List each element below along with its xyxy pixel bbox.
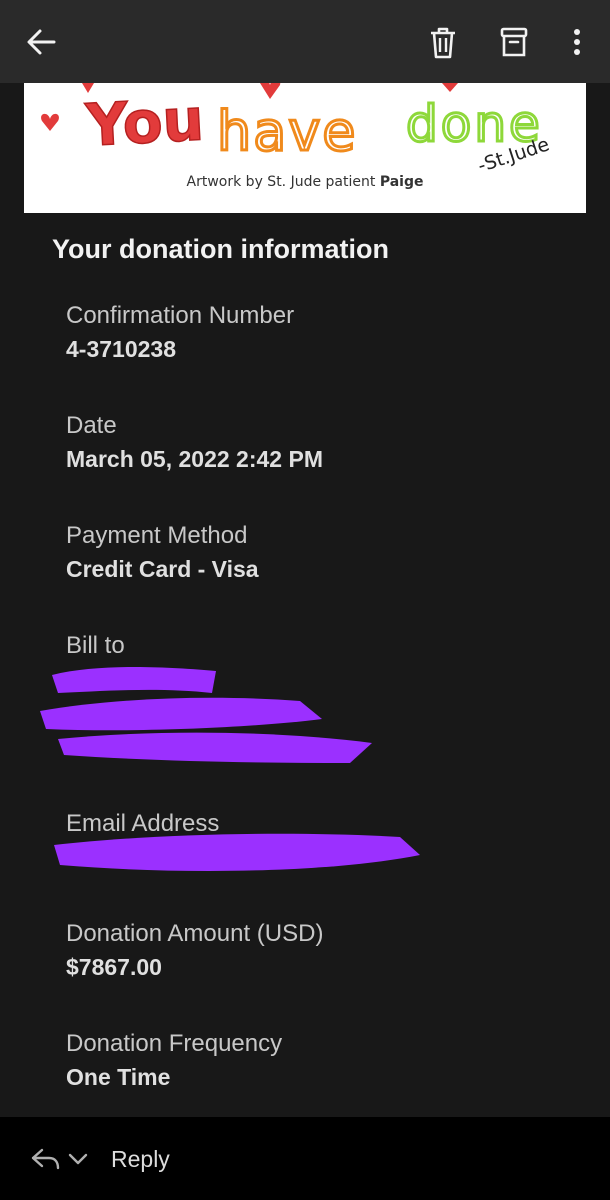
- frequency-label: Donation Frequency: [66, 1030, 283, 1057]
- email-field: Email Address: [66, 809, 219, 839]
- confirmation-value: 4-3710238: [66, 336, 176, 362]
- reply-bar: [0, 1117, 610, 1200]
- artwork-banner: You have done -St.Jude Artwork by St. Ju…: [24, 83, 586, 213]
- payment-field: Payment Method Credit Card - Visa: [66, 521, 259, 584]
- caption-prefix: Artwork by St. Jude patient: [186, 174, 376, 190]
- more-vertical-icon[interactable]: [570, 28, 584, 56]
- email-body[interactable]: You have done -St.Jude Artwork by St. Ju…: [0, 83, 610, 1117]
- artwork-caption: Artwork by St. Jude patient Paige: [24, 174, 586, 190]
- art-word-you: You: [83, 85, 205, 159]
- date-field: Date March 05, 2022 2:42 PM: [66, 411, 323, 474]
- bill-to-field: Bill to: [66, 631, 125, 661]
- section-title: Your donation information: [52, 234, 389, 264]
- confirmation-field: Confirmation Number 4-3710238: [66, 301, 294, 364]
- email-label: Email Address: [66, 810, 220, 837]
- art-word-have: have: [217, 100, 358, 163]
- top-toolbar: [0, 0, 610, 83]
- childrens-artwork: You have done -St.Jude: [41, 83, 552, 177]
- reply-button[interactable]: Reply: [111, 1146, 170, 1173]
- arrow-left-icon[interactable]: [24, 26, 58, 58]
- date-label: Date: [66, 412, 117, 439]
- payment-label: Payment Method: [66, 522, 248, 549]
- amount-field: Donation Amount (USD) $7867.00: [66, 919, 323, 982]
- date-value: March 05, 2022 2:42 PM: [66, 446, 323, 472]
- trash-icon[interactable]: [428, 26, 458, 60]
- chevron-down-icon[interactable]: [68, 1152, 88, 1166]
- frequency-value: One Time: [66, 1064, 171, 1090]
- payment-value: Credit Card - Visa: [66, 556, 259, 582]
- frequency-field: Donation Frequency One Time: [66, 1029, 282, 1092]
- archive-icon[interactable]: [499, 26, 529, 58]
- confirmation-label: Confirmation Number: [66, 302, 295, 329]
- bill-to-label: Bill to: [66, 632, 125, 659]
- caption-artist-name: Paige: [379, 174, 424, 190]
- amount-value: $7867.00: [66, 954, 162, 980]
- amount-label: Donation Amount (USD): [66, 920, 324, 947]
- reply-icon[interactable]: [30, 1147, 60, 1171]
